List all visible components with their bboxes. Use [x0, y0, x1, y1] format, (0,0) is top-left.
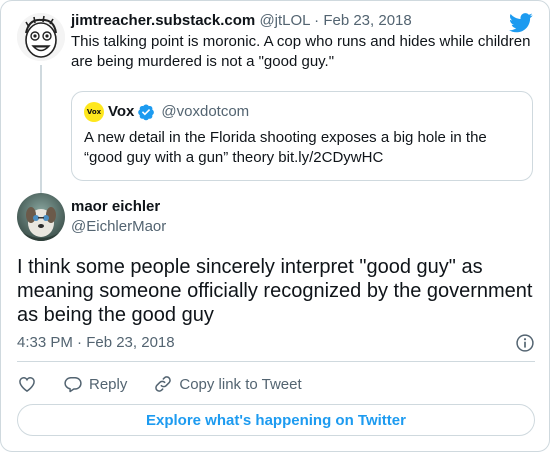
- vox-avatar: Vox: [84, 102, 104, 122]
- quoted-author-name: Vox: [108, 103, 135, 120]
- parent-author-name[interactable]: jimtreacher.substack.com: [71, 12, 255, 29]
- quoted-author-handle: @voxdotcom: [161, 103, 250, 120]
- verified-badge-icon: [138, 104, 155, 121]
- explore-twitter-button[interactable]: Explore what's happening on Twitter: [17, 404, 535, 436]
- header-separator: ·: [314, 12, 320, 29]
- like-button[interactable]: [17, 374, 37, 394]
- reply-bubble-icon: [64, 377, 82, 393]
- tweet-meta-row: 4:33 PM · Feb 23, 2018: [17, 333, 535, 353]
- main-author-handle[interactable]: @EichlerMaor: [71, 217, 166, 237]
- main-author-avatar[interactable]: [17, 193, 65, 241]
- tweet-embed-card: jimtreacher.substack.com @jtLOL · Feb 23…: [0, 0, 550, 452]
- copy-link-button[interactable]: Copy link to Tweet: [153, 374, 302, 394]
- tweet-actions: Reply Copy link to Tweet: [17, 373, 328, 395]
- main-tweet-text: I think some people sincerely interpret …: [17, 256, 533, 326]
- reply-button[interactable]: Reply: [63, 374, 127, 394]
- parent-tweet-header: jimtreacher.substack.com @jtLOL · Feb 23…: [71, 11, 533, 31]
- reply-label: Reply: [89, 375, 128, 393]
- link-icon: [155, 376, 172, 392]
- cartoon-face-avatar-icon: [17, 13, 65, 61]
- heart-icon: [19, 376, 35, 392]
- main-author-name[interactable]: maor eichler: [71, 197, 166, 217]
- quoted-tweet-header: Vox Vox @voxdotcom: [84, 102, 520, 122]
- quoted-tweet-text: A new detail in the Florida shooting exp…: [84, 129, 487, 166]
- parent-avatar[interactable]: [17, 13, 65, 61]
- quoted-tweet[interactable]: Vox Vox @voxdotcom A new detail in the F…: [71, 91, 533, 181]
- thread-connector-line: [40, 65, 42, 193]
- divider: [17, 361, 535, 362]
- parent-author-handle[interactable]: @jtLOL: [259, 12, 310, 29]
- copy-link-label: Copy link to Tweet: [179, 375, 302, 393]
- dog-photo-avatar-icon: [17, 193, 65, 241]
- parent-tweet-text: This talking point is moronic. A cop who…: [71, 33, 531, 70]
- tweet-timestamp[interactable]: 4:33 PM · Feb 23, 2018: [17, 334, 175, 351]
- parent-tweet-date[interactable]: Feb 23, 2018: [323, 12, 411, 29]
- info-icon[interactable]: [515, 333, 535, 353]
